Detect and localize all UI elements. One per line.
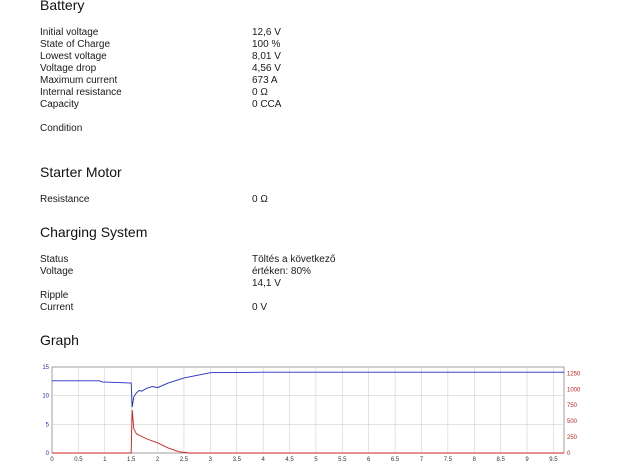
- state-of-charge-row: State of Charge 100 %: [40, 39, 600, 51]
- voltage-label: Voltage: [40, 266, 74, 277]
- x-tick-label: 9: [525, 457, 529, 463]
- lowest-voltage-label: Lowest voltage: [40, 51, 107, 62]
- resistance-row: Resistance 0 Ω: [40, 194, 600, 206]
- y-left-tick-label: 10: [42, 394, 49, 400]
- condition-label: Condition: [40, 123, 83, 134]
- starter-motor-heading: Starter Motor: [40, 164, 122, 180]
- x-tick-label: 4.5: [285, 457, 294, 463]
- battery-heading: Battery: [40, 0, 85, 13]
- x-tick-label: 4: [261, 457, 265, 463]
- x-tick-label: 9.5: [549, 457, 558, 463]
- y-right-tick-label: 1000: [567, 387, 581, 393]
- voltage-drop-label: Voltage drop: [40, 63, 97, 74]
- state-of-charge-value: 100 %: [252, 39, 281, 50]
- initial-voltage-row: Initial voltage 12,6 V: [40, 27, 600, 39]
- initial-voltage-value: 12,6 V: [252, 27, 281, 38]
- internal-resistance-value: 0 Ω: [252, 87, 268, 98]
- plot-frame: [51, 366, 565, 454]
- x-tick-label: 8: [473, 457, 477, 463]
- voltage-current-graph: 0 0.5 1 1.5 2 2.5 3 3.5 4 4.5 5 5.5 6 6.5 7 7.5 8 8.5 9 9.5…: [42, 365, 581, 463]
- x-tick-label: 5: [314, 457, 318, 463]
- current-row: Current 0 V: [40, 302, 600, 314]
- voltage-value: 14,1 V: [252, 278, 281, 289]
- y-right-tick-label: 1250: [567, 371, 581, 377]
- status-value-line1: Töltés a következő: [252, 254, 336, 265]
- maximum-current-value: 673 A: [252, 75, 278, 86]
- capacity-label: Capacity: [40, 99, 79, 110]
- maximum-current-label: Maximum current: [40, 75, 118, 86]
- current-value: 0 V: [252, 302, 268, 313]
- voltage-drop-value: 4,56 V: [252, 63, 281, 74]
- y-right-tick-label: 500: [567, 419, 578, 425]
- x-tick-label: 7: [420, 457, 424, 463]
- maximum-current-row: Maximum current 673 A: [40, 75, 600, 87]
- y-left-tick-label: 5: [46, 422, 50, 428]
- x-tick-label: 0.5: [74, 457, 83, 463]
- initial-voltage-label: Initial voltage: [40, 27, 99, 38]
- y-right-tick-label: 250: [567, 435, 578, 441]
- voltage-drop-row: Voltage drop 4,56 V: [40, 63, 600, 75]
- x-tick-label: 3.5: [233, 457, 242, 463]
- x-tick-label: 0: [50, 457, 54, 463]
- x-tick-label: 3: [209, 457, 213, 463]
- charging-status-value: Töltés a következő értéken: 80% 14,1 V: [252, 254, 335, 290]
- x-tick-label: 6: [367, 457, 371, 463]
- capacity-row: Capacity 0 CCA: [40, 99, 600, 111]
- resistance-label: Resistance: [40, 194, 90, 205]
- x-tick-label: 5.5: [338, 457, 347, 463]
- status-label: Status: [40, 254, 69, 265]
- x-tick-label: 1.5: [127, 457, 136, 463]
- current-label: Current: [40, 302, 74, 313]
- x-tick-label: 7.5: [444, 457, 453, 463]
- charging-system-heading: Charging System: [40, 224, 148, 240]
- x-tick-label: 6.5: [391, 457, 400, 463]
- internal-resistance-row: Internal resistance 0 Ω: [40, 87, 600, 99]
- lowest-voltage-value: 8,01 V: [252, 51, 281, 62]
- y-left-tick-label: 15: [42, 365, 49, 371]
- x-tick-label: 2.5: [180, 457, 189, 463]
- x-tick-label: 1: [103, 457, 107, 463]
- x-tick-label: 8.5: [496, 457, 505, 463]
- resistance-value: 0 Ω: [252, 194, 268, 205]
- lowest-voltage-row: Lowest voltage 8,01 V: [40, 51, 600, 63]
- y-right-tick-label: 0: [567, 451, 571, 457]
- ripple-label: Ripple: [40, 290, 69, 301]
- y-right-tick-label: 750: [567, 403, 578, 409]
- x-tick-label: 2: [156, 457, 160, 463]
- status-value-line2: értéken: 80%: [252, 266, 311, 277]
- ripple-row: Ripple: [40, 290, 600, 302]
- condition-row: Condition: [40, 123, 600, 135]
- graph-heading: Graph: [40, 332, 79, 348]
- y-left-tick-label: 0: [46, 451, 50, 457]
- internal-resistance-label: Internal resistance: [40, 87, 122, 98]
- state-of-charge-label: State of Charge: [40, 39, 111, 50]
- capacity-value: 0 CCA: [252, 99, 282, 110]
